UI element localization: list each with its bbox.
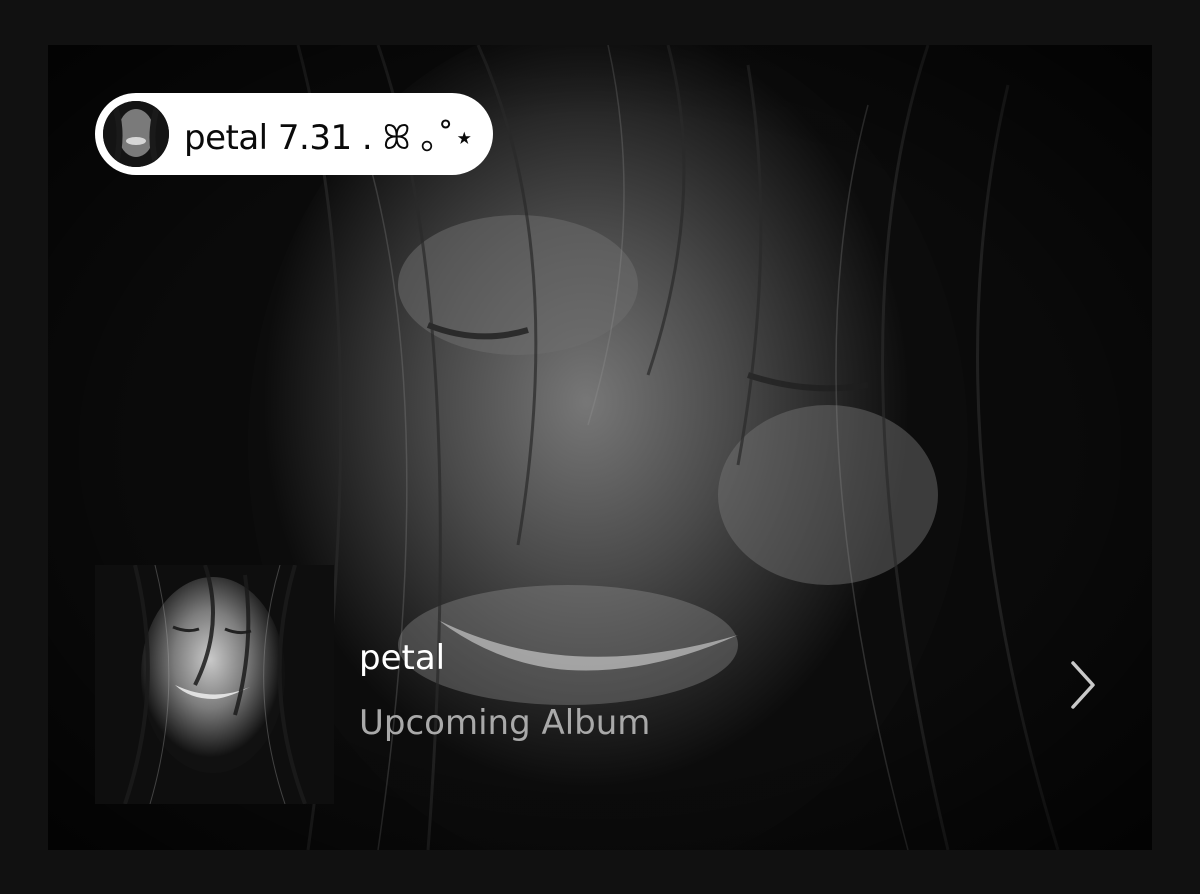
artist-avatar bbox=[103, 101, 169, 167]
chevron-right-icon[interactable] bbox=[1065, 659, 1101, 711]
artist-header-pill[interactable]: petal 7.31 . ꕤ ｡˚⋆ bbox=[95, 93, 493, 175]
artist-header-title: petal 7.31 . ꕤ ｡˚⋆ bbox=[184, 117, 475, 158]
album-title[interactable]: petal bbox=[359, 638, 445, 678]
album-subtitle: Upcoming Album bbox=[359, 703, 651, 743]
album-promo-card[interactable]: petal 7.31 . ꕤ ｡˚⋆ petal Upcoming Album bbox=[48, 45, 1152, 850]
album-cover-photo-icon bbox=[95, 565, 334, 804]
album-cover[interactable] bbox=[95, 565, 334, 804]
avatar-photo-icon bbox=[103, 101, 169, 167]
